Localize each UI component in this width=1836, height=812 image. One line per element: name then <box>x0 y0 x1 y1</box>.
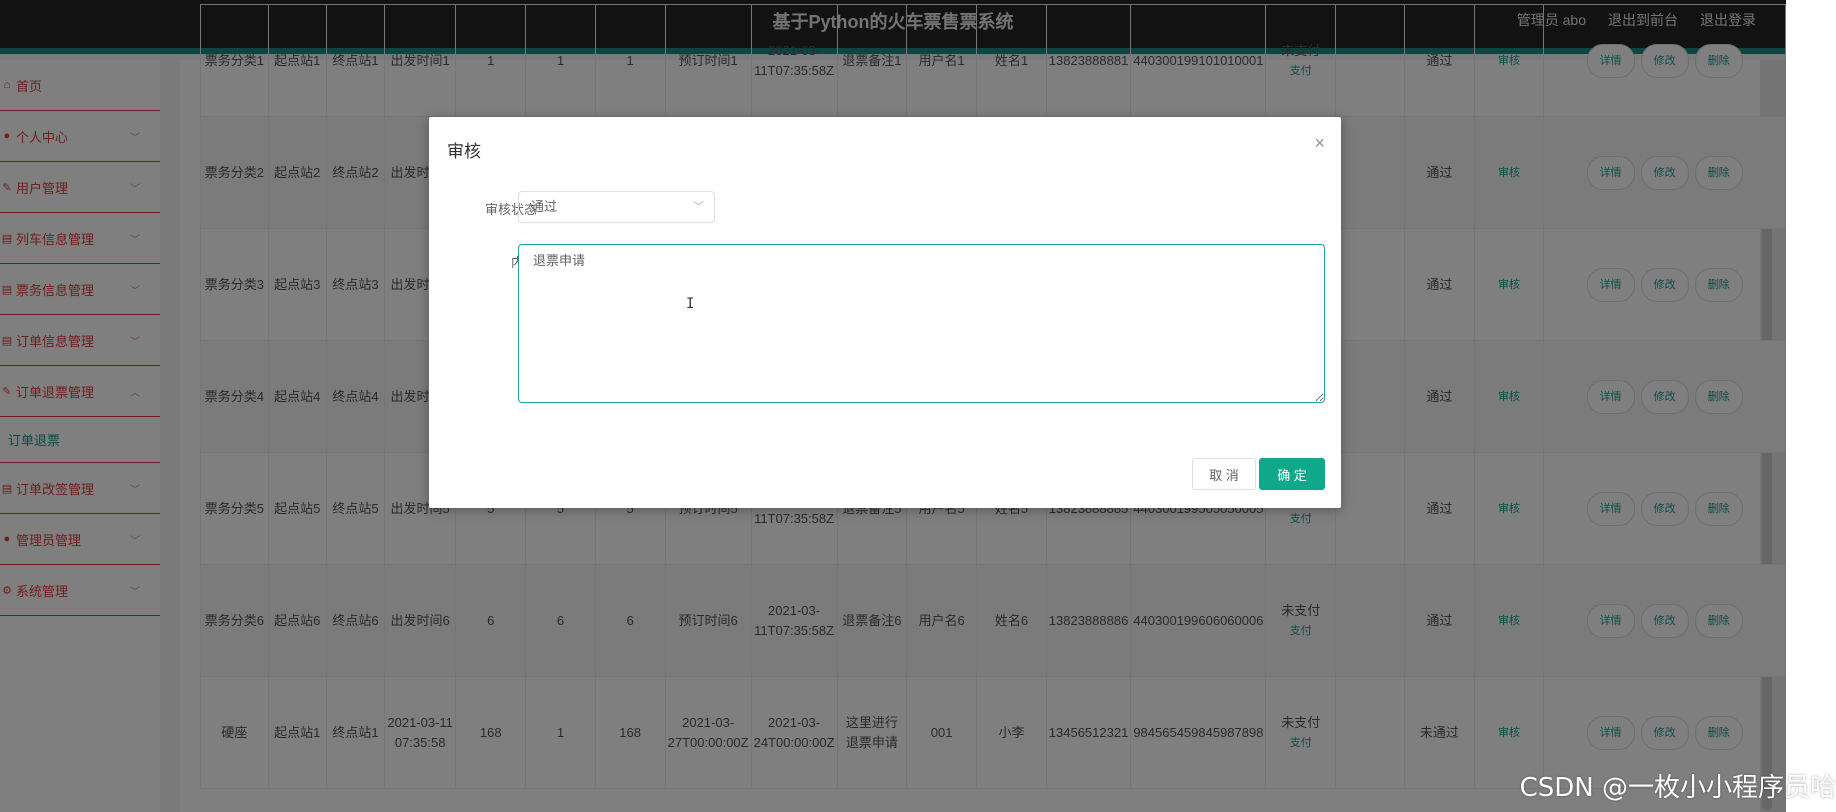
watermark: CSDN @一枚小小程序员哈 <box>1519 773 1836 803</box>
cancel-button[interactable]: 取 消 <box>1192 458 1256 490</box>
chevron-down-icon: ﹀ <box>693 201 704 213</box>
audit-dialog: 审核 × 审核状态 通过 ﹀ 内容 退票申请 取 消 确 定 <box>429 117 1341 508</box>
status-select[interactable]: 通过 ﹀ <box>518 191 715 223</box>
dialog-title: 审核 <box>447 142 481 161</box>
text-cursor-icon: I <box>686 296 695 312</box>
page-gutter <box>1786 0 1836 812</box>
app-window: 基于Python的火车票售票系统 管理员 abo 退出到前台 退出登录 ⌂首页 … <box>0 0 1786 812</box>
status-select-value: 通过 <box>531 199 558 214</box>
content-textarea[interactable]: 退票申请 <box>518 244 1325 403</box>
close-icon[interactable]: × <box>1314 133 1325 154</box>
confirm-button[interactable]: 确 定 <box>1259 458 1325 490</box>
